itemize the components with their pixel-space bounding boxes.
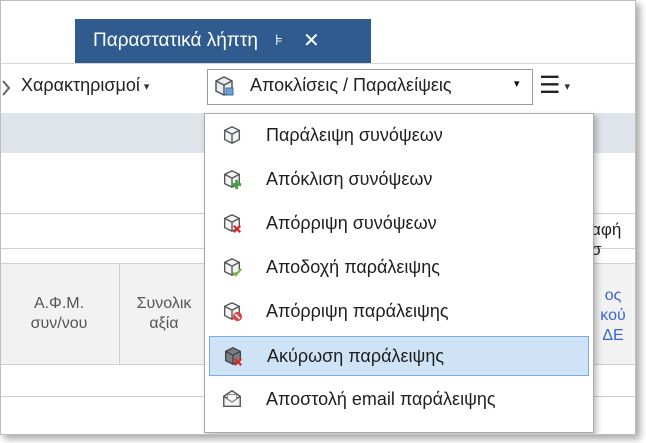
tab-strip: Παραστατικά λήπτη ⊧ ✕ <box>1 1 635 63</box>
column-partial-line1: ος <box>604 287 622 304</box>
column-partial-line3: ΔΕ <box>602 327 624 344</box>
column-afm-line1: Α.Φ.Μ. <box>33 295 85 312</box>
cube-icon <box>215 76 234 96</box>
hamburger-menu-button[interactable]: ☰ ▾ <box>539 71 570 100</box>
column-total-value-line1: Συνολικ <box>136 295 192 312</box>
chevron-down-icon: ▾ <box>564 81 571 94</box>
cube-icon <box>223 125 241 145</box>
column-afm-line2: συν/νου <box>30 315 88 332</box>
cube-x-icon <box>223 213 242 233</box>
menu-item-label: Αποστολή email παράλειψης <box>266 389 496 409</box>
menu-item-deviation-summaries[interactable]: Απόκλιση συνόψεων <box>209 160 589 200</box>
menu-item-label: Απόκλιση συνόψεων <box>266 169 433 189</box>
menu-item-cancel-omission[interactable]: Ακύρωση παράλειψης <box>209 336 589 376</box>
menu-item-reject-omission[interactable]: Απόρριψη παράλειψης <box>209 292 589 332</box>
tab-label: Παραστατικά λήπτη <box>93 30 258 51</box>
menu-item-label: Απόρριψη παράλειψης <box>266 301 449 321</box>
column-afm[interactable]: Α.Φ.Μ. συν/νου <box>11 294 107 334</box>
cube-cancel-icon <box>223 301 243 322</box>
close-icon[interactable]: ✕ <box>303 19 320 63</box>
tab-recipient-documents[interactable]: Παραστατικά λήπτη ⊧ ✕ <box>75 19 371 63</box>
menu-item-label: Παράλειψη συνόψεων <box>266 125 443 145</box>
menu-item-accept-omission[interactable]: Αποδοχή παράλειψης <box>209 248 589 288</box>
hamburger-icon: ☰ <box>539 72 561 99</box>
rejections-dropdown-menu: Παράλειψη συνόψεων Απόκλιση συνόψεων Από… <box>204 113 594 433</box>
window-frame: Παραστατικά λήπτη ⊧ ✕ Χαρακτηρισμοί ▾ Απο… <box>0 0 636 435</box>
characterizations-dropdown[interactable]: Χαρακτηρισμοί ▾ <box>21 75 149 96</box>
menu-item-reject-summaries[interactable]: Απόρριψη συνόψεων <box>209 204 589 244</box>
email-icon <box>223 389 241 408</box>
column-divider <box>119 264 120 364</box>
field-partial-text: αφή σ <box>591 220 622 259</box>
menu-item-label: Αποδοχή παράλειψης <box>266 257 440 277</box>
chevron-down-icon: ▾ <box>143 80 150 93</box>
menu-item-send-email-omission[interactable]: Αποστολή email παράλειψης <box>209 380 589 420</box>
column-total-value-line2: αξία <box>149 315 179 332</box>
column-total-value[interactable]: Συνολικ αξία <box>121 294 207 334</box>
menu-item-label: Ακύρωση παράλειψης <box>267 346 445 366</box>
column-partial-link[interactable]: ος κού ΔΕ <box>593 286 633 346</box>
cube-plus-icon <box>223 169 242 190</box>
characterizations-label: Χαρακτηρισμοί <box>21 75 140 95</box>
column-partial-line2: κού <box>600 307 626 324</box>
rejections-label: Αποκλίσεις / Παραλείψεις <box>250 75 452 95</box>
search-icon <box>2 80 11 96</box>
cube-void-icon <box>224 346 243 366</box>
menu-item-omit-summaries[interactable]: Παράλειψη συνόψεων <box>209 116 589 156</box>
cube-check-icon <box>223 257 243 277</box>
toolbar: Χαρακτηρισμοί ▾ Αποκλίσεις / Παραλείψεις … <box>1 63 635 112</box>
chevron-down-icon: ▾ <box>514 78 520 90</box>
rejections-dropdown[interactable]: Αποκλίσεις / Παραλείψεις ▾ <box>207 69 533 105</box>
menu-item-label: Απόρριψη συνόψεων <box>266 213 437 233</box>
pin-icon[interactable]: ⊧ <box>275 19 283 63</box>
